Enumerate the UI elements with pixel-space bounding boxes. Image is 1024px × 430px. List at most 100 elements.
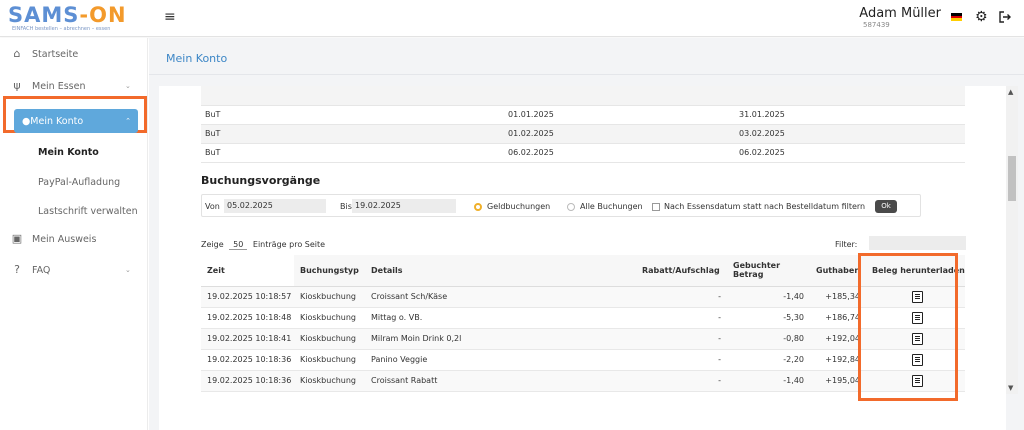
cutlery-icon: ψ bbox=[13, 79, 21, 92]
table-cell: 03.02.2025 bbox=[735, 124, 965, 144]
cell-typ: Kioskbuchung bbox=[294, 328, 365, 350]
sidebar-item-mein-konto[interactable]: ● Mein Konto ⌃ bbox=[14, 109, 138, 133]
filter-input[interactable] bbox=[869, 236, 966, 250]
sidebar-subitem-lastschrift[interactable]: Lastschrift verwalten bbox=[38, 206, 138, 217]
cell-rabatt: - bbox=[636, 349, 727, 371]
scroll-up-icon[interactable]: ▲ bbox=[1008, 88, 1013, 96]
table-cell bbox=[504, 86, 735, 106]
user-name: Adam Müller bbox=[859, 6, 941, 21]
home-icon: ⌂ bbox=[13, 47, 21, 60]
beleg-highlight-box bbox=[858, 253, 958, 401]
column-header-zeit[interactable]: Zeit bbox=[201, 255, 294, 287]
piggy-bank-icon: ● bbox=[22, 115, 31, 127]
von-label: Von bbox=[205, 202, 220, 211]
cell-betrag: -5,30 bbox=[727, 307, 810, 329]
logo[interactable]: SAMS-ON EINFACH bestellen – abrechnen – … bbox=[8, 4, 138, 32]
table-header-row: Zeit Buchungstyp Details Rabatt/Aufschla… bbox=[201, 255, 965, 287]
column-header-details[interactable]: Details bbox=[365, 255, 636, 287]
bis-date-input[interactable]: 19.02.2025 bbox=[352, 199, 456, 213]
table-cell: BuT bbox=[201, 124, 504, 144]
cell-betrag: -1,40 bbox=[727, 286, 810, 308]
table-cell: 31.01.2025 bbox=[735, 105, 965, 125]
column-header-buchungstyp[interactable]: Buchungstyp bbox=[294, 255, 365, 287]
cell-rabatt: - bbox=[636, 328, 727, 350]
show-suffix: Einträge pro Seite bbox=[252, 240, 326, 249]
filter-label: Filter: bbox=[835, 240, 858, 249]
scrollbar[interactable]: ▲ ▼ bbox=[1006, 86, 1018, 394]
cell-zeit: 19.02.2025 10:18:57 bbox=[201, 286, 294, 308]
divider bbox=[149, 74, 1024, 75]
bookings-table: Zeit Buchungstyp Details Rabatt/Aufschla… bbox=[201, 255, 965, 392]
cell-typ: Kioskbuchung bbox=[294, 286, 365, 308]
cell-betrag: -1,40 bbox=[727, 370, 810, 392]
page-size-select[interactable]: 50 bbox=[229, 240, 248, 250]
table-cell: 06.02.2025 bbox=[504, 143, 735, 163]
cell-betrag: -0,80 bbox=[727, 328, 810, 350]
sidebar-subitem-mein-konto[interactable]: Mein Konto bbox=[38, 147, 99, 158]
cell-details: Croissant Sch/Käse bbox=[365, 286, 636, 308]
sidebar-item-label: Startseite bbox=[32, 48, 79, 60]
logo-part-2: - bbox=[79, 3, 90, 27]
sidebar-subitem-paypal[interactable]: PayPal-Aufladung bbox=[38, 177, 120, 188]
table-row: 19.02.2025 10:18:48 Kioskbuchung Mittag … bbox=[201, 307, 965, 329]
von-date-input[interactable]: 05.02.2025 bbox=[224, 199, 326, 213]
chevron-down-icon: ⌄ bbox=[125, 82, 131, 90]
radio-alle-buchungen-label[interactable]: Alle Buchungen bbox=[580, 202, 643, 211]
cell-rabatt: - bbox=[636, 286, 727, 308]
cell-rabatt: - bbox=[636, 370, 727, 392]
help-icon: ? bbox=[14, 263, 20, 276]
table-row bbox=[201, 86, 965, 106]
table-row: 19.02.2025 10:18:57 Kioskbuchung Croissa… bbox=[201, 286, 965, 308]
cell-rabatt: - bbox=[636, 307, 727, 329]
cell-typ: Kioskbuchung bbox=[294, 349, 365, 371]
sidebar-item-label: Mein Konto bbox=[30, 115, 84, 127]
cell-details: Croissant Rabatt bbox=[365, 370, 636, 392]
sidebar-item-mein-essen[interactable]: ψ Mein Essen ⌄ bbox=[10, 75, 131, 97]
cell-zeit: 19.02.2025 10:18:41 bbox=[201, 328, 294, 350]
column-header-rabatt[interactable]: Rabatt/Aufschlag bbox=[636, 255, 727, 287]
radio-alle-buchungen[interactable] bbox=[567, 203, 575, 211]
logo-part-3: ON bbox=[89, 3, 127, 27]
top-table: BuT 01.01.2025 31.01.2025 BuT 01.02.2025… bbox=[201, 86, 965, 163]
table-row: BuT 01.02.2025 03.02.2025 bbox=[201, 124, 965, 144]
table-row: BuT 06.02.2025 06.02.2025 bbox=[201, 143, 965, 163]
bis-label: Bis bbox=[340, 202, 352, 211]
table-row: BuT 01.01.2025 31.01.2025 bbox=[201, 105, 965, 125]
id-card-icon: ▣ bbox=[11, 232, 23, 245]
radio-geldbuchungen-label[interactable]: Geldbuchungen bbox=[487, 202, 550, 211]
logo-wordmark: SAMS-ON bbox=[8, 4, 127, 26]
gear-icon[interactable]: ⚙ bbox=[975, 10, 988, 24]
table-cell: BuT bbox=[201, 143, 504, 163]
table-row: 19.02.2025 10:18:36 Kioskbuchung Panino … bbox=[201, 349, 965, 371]
table-cell bbox=[735, 86, 965, 106]
chevron-down-icon: ⌄ bbox=[125, 266, 131, 274]
sidebar-item-label: Mein Essen bbox=[32, 80, 86, 92]
scroll-down-icon[interactable]: ▼ bbox=[1008, 384, 1013, 392]
table-row: 19.02.2025 10:18:36 Kioskbuchung Croissa… bbox=[201, 370, 965, 392]
cell-details: Panino Veggie bbox=[365, 349, 636, 371]
cell-betrag: -2,20 bbox=[727, 349, 810, 371]
sidebar: ⌂ Startseite ψ Mein Essen ⌄ ● Mein Konto… bbox=[0, 38, 148, 430]
logout-icon[interactable] bbox=[998, 10, 1012, 24]
german-flag-icon[interactable] bbox=[951, 13, 962, 21]
sidebar-item-label: Mein Ausweis bbox=[32, 233, 97, 245]
checkbox-label[interactable]: Nach Essensdatum statt nach Bestelldatum… bbox=[664, 202, 865, 211]
sidebar-item-mein-ausweis[interactable]: ▣ Mein Ausweis bbox=[10, 228, 97, 250]
table-cell: BuT bbox=[201, 105, 504, 125]
essensdatum-checkbox[interactable] bbox=[652, 203, 660, 211]
ok-button[interactable]: Ok bbox=[875, 200, 897, 213]
cell-zeit: 19.02.2025 10:18:36 bbox=[201, 370, 294, 392]
sidebar-item-faq[interactable]: ? FAQ ⌄ bbox=[10, 259, 131, 281]
section-title: Buchungsvorgänge bbox=[201, 174, 321, 187]
scrollbar-thumb[interactable] bbox=[1008, 156, 1016, 201]
logo-tagline: EINFACH bestellen – abrechnen – essen bbox=[12, 26, 111, 32]
menu-icon[interactable]: ≡ bbox=[164, 10, 176, 24]
cell-zeit: 19.02.2025 10:18:36 bbox=[201, 349, 294, 371]
top-bar: SAMS-ON EINFACH bestellen – abrechnen – … bbox=[0, 0, 1024, 37]
user-id: 587439 bbox=[863, 21, 890, 29]
table-row: 19.02.2025 10:18:41 Kioskbuchung Milram … bbox=[201, 328, 965, 350]
sidebar-item-startseite[interactable]: ⌂ Startseite bbox=[10, 43, 79, 65]
table-cell: 06.02.2025 bbox=[735, 143, 965, 163]
column-header-betrag[interactable]: Gebuchter Betrag bbox=[727, 255, 810, 287]
radio-geldbuchungen[interactable] bbox=[474, 203, 482, 211]
